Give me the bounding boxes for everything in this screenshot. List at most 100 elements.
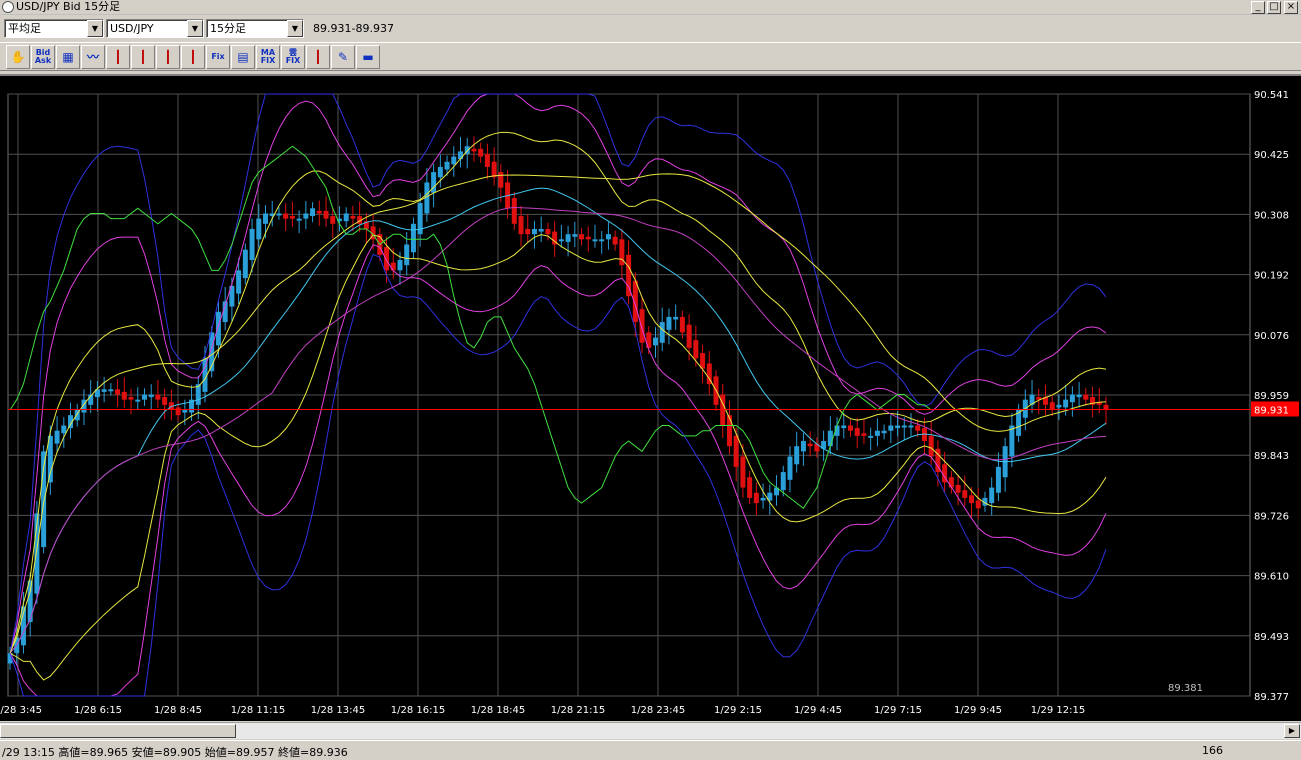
minimize-button[interactable]: _: [1251, 1, 1265, 14]
timeframe-select[interactable]: 15分足 ▼: [206, 19, 304, 38]
ma-fix-button[interactable]: MA FIX: [256, 45, 280, 69]
indicator-button[interactable]: ▦: [56, 45, 80, 69]
candle-body: [666, 316, 672, 330]
candle-body: [444, 161, 450, 170]
x-tick-label: 1/28 11:15: [231, 705, 285, 716]
scrollbar-thumb[interactable]: [0, 724, 236, 738]
candle-body: [283, 213, 289, 219]
candle-body: [639, 309, 645, 343]
candle-body: [478, 148, 484, 157]
candle-body: [780, 472, 786, 491]
bid-ask-button[interactable]: Bid Ask: [31, 45, 55, 69]
candle-body: [162, 397, 168, 405]
hand-button[interactable]: ✋: [6, 45, 30, 69]
candle-type-value: 平均足: [8, 22, 41, 35]
candle-button[interactable]: ┃: [181, 45, 205, 69]
candle-body: [458, 151, 464, 160]
candle-body: [54, 430, 60, 444]
candle-body: [579, 234, 585, 240]
y-tick-label: 90.076: [1254, 331, 1289, 342]
candle-body: [498, 172, 504, 188]
chevron-down-icon[interactable]: ▼: [187, 20, 203, 37]
candle-body: [612, 236, 618, 245]
y-tick-label: 89.959: [1254, 391, 1289, 402]
candle-body: [410, 223, 416, 253]
candle-button[interactable]: ┃: [156, 45, 180, 69]
fix-button[interactable]: Fix: [206, 45, 230, 69]
candle-body: [148, 394, 154, 398]
candle-icon: ┃: [314, 50, 322, 64]
horizontal-scrollbar[interactable]: ▶: [0, 722, 1301, 739]
candle-body: [726, 415, 732, 447]
band-upper-3: [9, 93, 1107, 654]
x-tick-label: 1/29 9:45: [954, 705, 1002, 716]
candle-body: [1009, 425, 1015, 457]
candle-body: [753, 492, 759, 504]
candle-body: [740, 456, 746, 488]
candle-body: [989, 487, 995, 504]
pen-button[interactable]: ✎: [331, 45, 355, 69]
candle-body: [1069, 394, 1075, 403]
candle-body: [256, 218, 262, 240]
candle-body: [585, 236, 591, 240]
grid-button[interactable]: ▤: [231, 45, 255, 69]
y-tick-label: 90.541: [1254, 90, 1289, 101]
candle-body: [249, 228, 255, 261]
band-upper-2: [9, 93, 1107, 654]
symbol-select[interactable]: USD/JPY ▼: [106, 19, 204, 38]
candle-button[interactable]: ┃: [106, 45, 130, 69]
chevron-down-icon[interactable]: ▼: [287, 20, 303, 37]
chart-area[interactable]: 90.541 90.425 90.308 90.192 90.076 89.959 89.8…: [0, 74, 1301, 721]
status-bar: /29 13:15 高値=89.965 安値=89.905 始値=89.957 …: [0, 740, 1301, 759]
candle-body: [700, 353, 706, 369]
candle-body: [673, 316, 679, 320]
candle-body: [1063, 399, 1069, 408]
candle-body: [121, 391, 127, 400]
print-icon: ▬: [362, 50, 374, 64]
close-button[interactable]: ×: [1284, 1, 1298, 14]
candle-body: [948, 477, 954, 488]
candle-body: [760, 497, 766, 501]
chevron-down-icon[interactable]: ▼: [87, 20, 103, 37]
candle-body: [437, 166, 443, 178]
scroll-right-icon[interactable]: ▶: [1284, 724, 1300, 738]
candle-body: [686, 324, 692, 348]
candle-body: [908, 425, 914, 428]
candle-body: [800, 441, 806, 452]
candle-button[interactable]: ┃: [306, 45, 330, 69]
candle-body: [962, 490, 968, 498]
candle-type-select[interactable]: 平均足 ▼: [4, 19, 104, 38]
x-tick-label: 1/28 6:15: [74, 705, 122, 716]
candle-body: [404, 244, 410, 266]
candle-body: [881, 430, 887, 434]
y-tick-label: 90.425: [1254, 150, 1289, 161]
candle-body: [182, 409, 188, 413]
candle-body: [128, 397, 134, 400]
candle-body: [525, 228, 531, 235]
candle-body: [141, 394, 147, 400]
candle-button[interactable]: ┃: [131, 45, 155, 69]
candle-body: [733, 435, 739, 467]
candle-body: [531, 228, 537, 235]
candle-body: [343, 213, 349, 222]
y-tick-label: 89.843: [1254, 451, 1289, 462]
maximize-button[interactable]: □: [1267, 1, 1281, 14]
candle-body: [323, 210, 329, 219]
line-chart-button[interactable]: 〰: [81, 45, 105, 69]
ma-short-line: [9, 187, 1107, 654]
candle-body: [316, 210, 322, 214]
candle-body: [874, 430, 880, 436]
candle-body: [592, 239, 598, 242]
price-chart[interactable]: 90.541 90.425 90.308 90.192 90.076 89.959 89.8…: [0, 76, 1301, 721]
candle-body: [854, 428, 860, 436]
candle-icon: ┃: [164, 50, 172, 64]
y-tick-label: 90.192: [1254, 271, 1289, 282]
hand-icon: ✋: [10, 50, 26, 64]
x-tick-label: 1/28 8:45: [154, 705, 202, 716]
print-button[interactable]: ▬: [356, 45, 380, 69]
x-tick-label: 1/28 16:15: [391, 705, 445, 716]
candle-body: [955, 484, 961, 493]
candle-body: [155, 394, 161, 400]
ichimoku-fix-button[interactable]: 雲 FIX: [281, 45, 305, 69]
selector-row: 平均足 ▼ USD/JPY ▼ 15分足 ▼ 89.931-89.937: [0, 17, 1301, 41]
